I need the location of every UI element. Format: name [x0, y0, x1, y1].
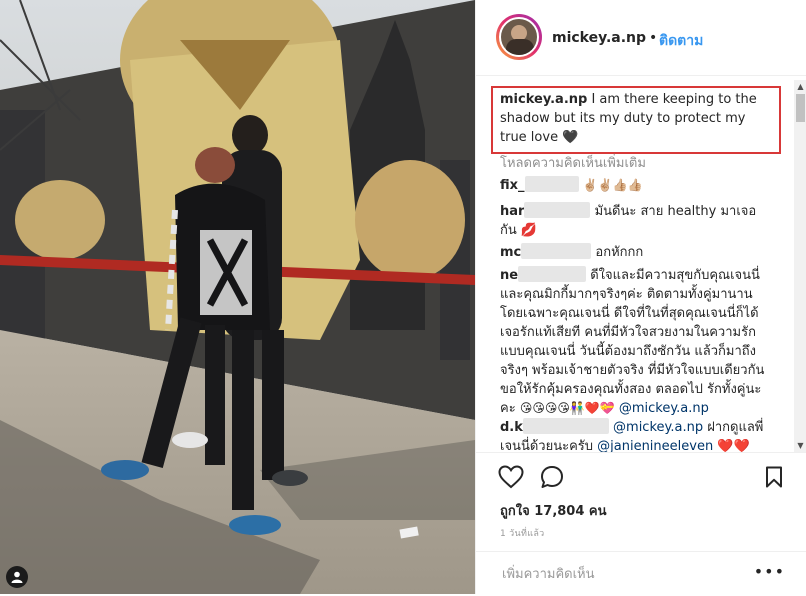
comment-username[interactable]: mc — [500, 245, 521, 260]
comment-button[interactable] — [540, 465, 564, 493]
avatar-story-ring[interactable] — [496, 14, 542, 60]
comments-scrollbar[interactable]: ▲ ▼ — [794, 80, 806, 452]
heart-outline-icon — [498, 465, 524, 489]
scrollbar-thumb[interactable] — [796, 94, 805, 122]
person-icon — [11, 571, 23, 583]
mention-link[interactable]: @janienineeleven — [597, 439, 713, 452]
speech-bubble-icon — [541, 466, 563, 488]
follow-button[interactable]: ติดตาม — [659, 30, 703, 52]
comment-text: อกหักกก — [595, 245, 644, 260]
comment-username[interactable]: fix_ — [500, 178, 525, 193]
tagged-users-button[interactable] — [6, 566, 28, 588]
caption: mickey.a.np I am there keeping to the sh… — [500, 90, 770, 147]
mention-link[interactable]: @mickey.a.np — [619, 401, 709, 416]
bookmark-icon — [766, 466, 782, 488]
post-header: mickey.a.np • ติดตาม — [476, 0, 806, 76]
comment-item: ne ดีใจและมีความสุขกับคุณเจนนี่และคุณมิก… — [500, 266, 770, 418]
likes-count[interactable]: ถูกใจ 17,804 คน — [500, 500, 607, 521]
redacted-block — [518, 266, 587, 282]
comments-list[interactable]: mickey.a.np I am there keeping to the sh… — [476, 80, 794, 452]
comment-emojis: 😘😘😘😘👫❤️💝 — [519, 401, 615, 415]
post-actions: ถูกใจ 17,804 คน 1 วันที่แล้ว ••• — [476, 452, 806, 594]
add-comment-input[interactable] — [500, 562, 744, 586]
separator-dot: • — [649, 30, 658, 46]
comment-item: d.k @mickey.a.np ฝากดูแลพี่เจนนี่ด้วยนะค… — [500, 418, 770, 452]
add-comment-section: ••• — [476, 551, 806, 596]
comment-item: mc อกหักกก — [500, 243, 770, 262]
load-more-comments-link[interactable]: โหลดความคิดเห็นเพิ่มเติม — [500, 152, 646, 173]
comment-text: ✌🏼✌🏼👍🏼👍🏼 — [582, 178, 643, 192]
post-image — [0, 0, 475, 594]
redacted-block — [521, 243, 592, 259]
more-options-button[interactable]: ••• — [754, 562, 785, 581]
comment-username[interactable]: ne — [500, 268, 518, 283]
header-username[interactable]: mickey.a.np — [552, 30, 646, 46]
save-button[interactable] — [765, 466, 783, 492]
redacted-block — [524, 176, 579, 192]
comment-text: ดีใจและมีความสุขกับคุณเจนนี่และคุณมิกกี้… — [500, 268, 765, 416]
post-side-panel: mickey.a.np • ติดตาม mickey.a.np I am th… — [475, 0, 806, 594]
scroll-down-arrow-icon[interactable]: ▼ — [794, 439, 806, 452]
comment-item: fix_ ✌🏼✌🏼👍🏼👍🏼 — [500, 176, 770, 195]
mention-link[interactable]: @mickey.a.np — [613, 420, 703, 435]
post-timestamp[interactable]: 1 วันที่แล้ว — [500, 526, 545, 540]
like-button[interactable] — [498, 465, 524, 493]
caption-username[interactable]: mickey.a.np — [500, 92, 587, 107]
avatar[interactable] — [499, 17, 539, 57]
post-photo[interactable] — [0, 0, 475, 594]
scroll-up-arrow-icon[interactable]: ▲ — [794, 80, 806, 93]
redacted-block — [522, 418, 609, 434]
comment-item: har มันดีนะ สาย healthy มาเจอกัน 💋 — [500, 202, 770, 240]
redacted-block — [524, 202, 591, 218]
comment-username[interactable]: har — [500, 204, 524, 219]
comment-hearts: ❤️❤️ — [717, 439, 750, 452]
comment-username[interactable]: d.k — [500, 420, 523, 435]
